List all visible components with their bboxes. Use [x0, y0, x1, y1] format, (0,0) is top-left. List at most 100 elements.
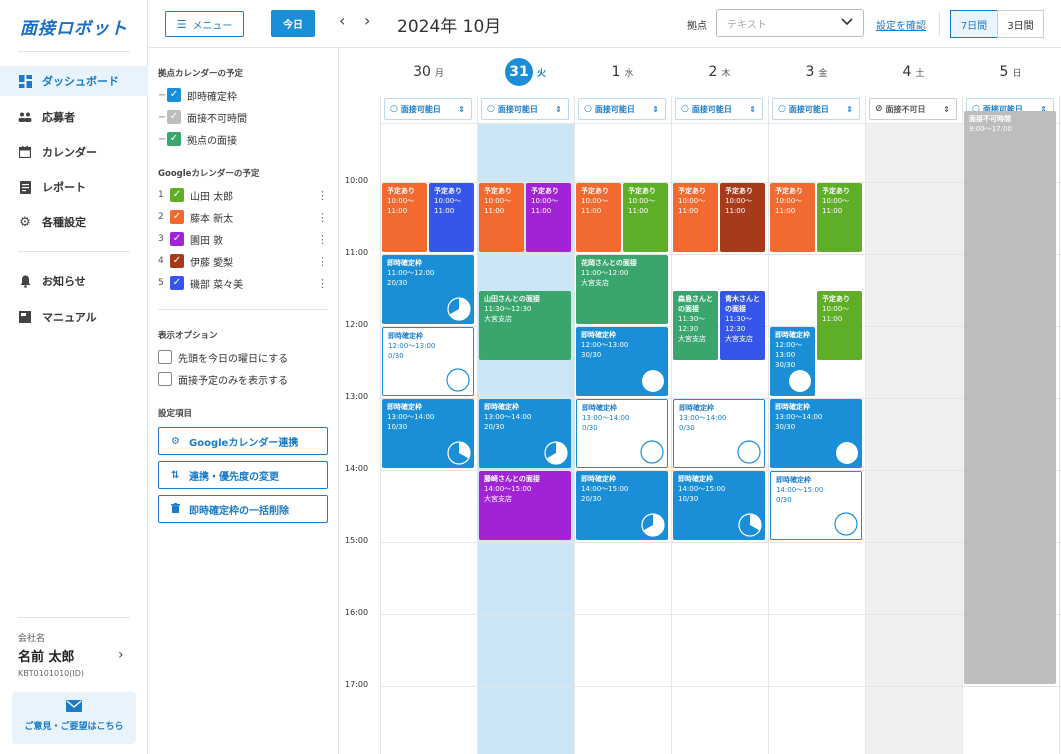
instant-slot-event[interactable]: 即時確定枠 12:00〜13:00 30/30 [576, 326, 668, 396]
checkbox[interactable]: ✓ [167, 110, 181, 124]
checkbox[interactable]: ✓ [170, 188, 184, 202]
checkbox[interactable]: ✓ [170, 210, 184, 224]
calendar-event[interactable]: 予定あり 10:00〜11:00 [382, 182, 427, 252]
day-header[interactable]: 1水 [574, 60, 671, 84]
view-3days-button[interactable]: 3日間 [997, 10, 1044, 38]
circle-icon: ○ [487, 104, 495, 114]
user-name[interactable]: 名前 太郎 [18, 646, 75, 665]
bulk-delete-button[interactable]: 即時確定枠の一括削除 [158, 495, 328, 523]
availability-toggle[interactable]: ○ 面接可能日 ⇕ [481, 98, 569, 120]
kebab-menu-icon[interactable]: ⋮ [317, 189, 328, 202]
event-place: 大宮支店 [725, 334, 753, 343]
availability-toggle[interactable]: ○ 面接可能日 ⇕ [578, 98, 666, 120]
availability-toggle[interactable]: ⊘ 面接不可日 ⇕ [869, 98, 957, 120]
menu-button[interactable]: ☰ メニュー [165, 11, 244, 37]
google-calendar-item[interactable]: 3 ✓ 園田 敦 ⋮ [158, 230, 328, 248]
today-button[interactable]: 今日 [271, 10, 315, 37]
day-header[interactable]: 5日 [962, 60, 1059, 84]
event-title: 予定あり [628, 186, 656, 195]
fill-pie-icon [447, 440, 471, 465]
prev-arrow-icon[interactable]: ‹ [339, 11, 345, 30]
chevron-right-icon[interactable]: › [118, 647, 124, 663]
checkbox[interactable] [158, 372, 172, 386]
checkbox[interactable]: ✓ [170, 276, 184, 290]
checkbox[interactable]: ✓ [167, 132, 181, 146]
instant-slot-event[interactable]: 即時確定枠 13:00〜14:00 0/30 [576, 398, 668, 468]
location-calendar-item[interactable]: − ✓ 面接不可時間 [158, 108, 328, 126]
google-calendar-item[interactable]: 1 ✓ 山田 太郎 ⋮ [158, 186, 328, 204]
google-calendar-link-button[interactable]: ⚙ Googleカレンダー連携 [158, 427, 328, 455]
instant-slot-event[interactable]: 即時確定枠 13:00〜14:00 30/30 [770, 398, 862, 468]
column-divider [1059, 96, 1060, 754]
calendar-event[interactable]: 予定あり 10:00〜11:00 [817, 290, 862, 360]
availability-toggle[interactable]: ○ 面接可能日 ⇕ [675, 98, 763, 120]
day-header[interactable]: 3金 [768, 60, 865, 84]
event-title: 予定あり [434, 186, 462, 195]
availability-toggle[interactable]: ○ 面接可能日 ⇕ [384, 98, 472, 120]
calendar-event[interactable]: 予定あり 10:00〜11:00 [479, 182, 524, 252]
calendar-event[interactable]: 森島さんとの面接 11:30〜12:30 大宮支店 [673, 290, 718, 360]
calendar-event[interactable]: 予定あり 10:00〜11:00 [526, 182, 571, 252]
option-interviews-only[interactable]: 面接予定のみを表示する [158, 370, 328, 388]
day-header[interactable]: 30 月 [380, 60, 477, 84]
nav-item-calendar[interactable]: カレンダー [0, 137, 148, 167]
feedback-button[interactable]: ご意見・ご要望はこちら [12, 692, 136, 744]
next-arrow-icon[interactable]: › [364, 11, 370, 30]
nav-item-applicants[interactable]: 応募者 [0, 102, 148, 132]
instant-slot-event[interactable]: 即時確定枠 14:00〜15:00 20/30 [576, 470, 668, 540]
calendar-event[interactable]: 山田さんとの面接 11:30〜12:30 大宮支店 [479, 290, 571, 360]
view-7days-button[interactable]: 7日間 [950, 10, 998, 38]
calendar-event[interactable]: 藤崎さんとの面接 14:00〜15:00 大宮支店 [479, 470, 571, 540]
item-label: 拠点の面接 [187, 135, 237, 147]
location-calendar-item[interactable]: − ✓ 即時確定枠 [158, 86, 328, 104]
calendar-event[interactable]: 予定あり 10:00〜11:00 [673, 182, 718, 252]
priority-change-button[interactable]: ⇅ 連携・優先度の変更 [158, 461, 328, 489]
checkbox[interactable]: ✓ [170, 254, 184, 268]
checkbox[interactable] [158, 350, 172, 364]
instant-slot-event[interactable]: 即時確定枠 13:00〜14:00 0/30 [673, 398, 765, 468]
instant-slot-event[interactable]: 即時確定枠 14:00〜15:00 10/30 [673, 470, 765, 540]
calendar-event[interactable]: 花岡さんとの面接 11:00〜12:00 大宮支店 [576, 254, 668, 324]
app-logo[interactable]: 面接ロボット [20, 14, 128, 39]
checkbox[interactable]: ✓ [167, 88, 181, 102]
nav-item-label: お知らせ [42, 275, 86, 288]
calendar-event[interactable]: 予定あり 10:00〜11:00 [817, 182, 862, 252]
event-title: 予定あり [725, 186, 753, 195]
nav-item-settings[interactable]: ⚙ 各種設定 [0, 207, 148, 237]
calendar-event[interactable]: 予定あり 10:00〜11:00 [720, 182, 765, 252]
kebab-menu-icon[interactable]: ⋮ [317, 255, 328, 268]
nav-item-news[interactable]: お知らせ [0, 266, 148, 296]
nav-item-dashboard[interactable]: ダッシュボード [0, 66, 148, 96]
calendar-event[interactable]: 青木さんとの面接 11:30〜12:30 大宮支店 [720, 290, 765, 360]
day-header[interactable]: 2木 [671, 60, 768, 84]
day-header[interactable]: 31 火 [477, 58, 574, 86]
day-header[interactable]: 4土 [865, 60, 962, 84]
calendar-event[interactable]: 予定あり 10:00〜11:00 [623, 182, 668, 252]
nav-item-manual[interactable]: マニュアル [0, 302, 148, 332]
blocked-time-block[interactable]: 面接不可時間 9:00〜17:00 [964, 110, 1056, 684]
instant-slot-event[interactable]: 即時確定枠 14:00〜15:00 0/30 [770, 470, 862, 540]
calendar-event[interactable]: 予定あり 10:00〜11:00 [429, 182, 474, 252]
kebab-menu-icon[interactable]: ⋮ [317, 211, 328, 224]
google-calendar-item[interactable]: 4 ✓ 伊藤 愛梨 ⋮ [158, 252, 328, 270]
calendar-event[interactable]: 予定あり 10:00〜11:00 [576, 182, 621, 252]
instant-slot-event[interactable]: 即時確定枠 13:00〜14:00 20/30 [479, 398, 571, 468]
instant-slot-event[interactable]: 即時確定枠 12:00〜13:00 30/30 [770, 326, 815, 396]
calendar-event[interactable]: 予定あり 10:00〜11:00 [770, 182, 815, 252]
instant-slot-event[interactable]: 即時確定枠 12:00〜13:00 0/30 [382, 326, 474, 396]
google-calendar-item[interactable]: 2 ✓ 藤本 新太 ⋮ [158, 208, 328, 226]
location-calendar-item[interactable]: − ✓ 拠点の面接 [158, 130, 328, 148]
kebab-menu-icon[interactable]: ⋮ [317, 233, 328, 246]
checkbox[interactable]: ✓ [170, 232, 184, 246]
instant-slot-event[interactable]: 即時確定枠 11:00〜12:00 20/30 [382, 254, 474, 324]
instant-slot-event[interactable]: 即時確定枠 13:00〜14:00 10/30 [382, 398, 474, 468]
availability-toggle[interactable]: ○ 面接可能日 ⇕ [772, 98, 860, 120]
location-select[interactable]: テキスト [716, 9, 864, 37]
kebab-menu-icon[interactable]: ⋮ [317, 277, 328, 290]
option-start-today[interactable]: 先頭を今日の曜日にする [158, 348, 328, 366]
nav-item-report[interactable]: レポート [0, 172, 148, 202]
google-calendar-item[interactable]: 5 ✓ 磯部 菜々美 ⋮ [158, 274, 328, 292]
swap-icon: ⇕ [652, 104, 659, 114]
settings-link[interactable]: 設定を確認 [876, 17, 926, 32]
slot-count: 0/30 [388, 351, 404, 360]
